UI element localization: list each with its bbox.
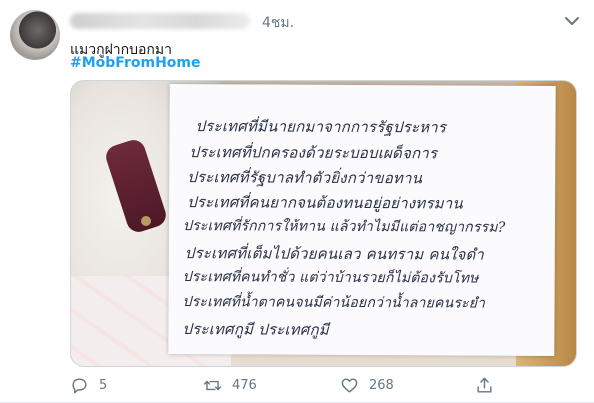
reply-count: 5 bbox=[99, 378, 108, 393]
note-line: ประเทศที่น้ำตาคนจนมีค่าน้อยกว่าน้ำลายคนร… bbox=[182, 294, 486, 312]
tweet-timestamp[interactable]: 4ชม. bbox=[262, 12, 294, 34]
share-button[interactable] bbox=[475, 376, 504, 395]
note-line: ประเทศที่มีนายกมาจากการรัฐประหาร bbox=[195, 117, 447, 137]
note-line: ประเทศที่คนยากจนต้องทนอยู่อย่างทรมาน bbox=[187, 193, 463, 213]
like-count: 268 bbox=[369, 378, 394, 393]
note-line: ประเทศที่รักการให้ทาน แล้วทำไมมีแต่อาชญา… bbox=[182, 218, 506, 236]
retweet-icon bbox=[203, 380, 222, 391]
share-icon bbox=[477, 377, 492, 393]
note-line: ประเทศที่รัฐบาลทำตัวยิ่งกว่าขอทาน bbox=[187, 168, 423, 188]
note-line: ประเทศกูมี ประเทศกูมี bbox=[182, 320, 329, 339]
retweet-button[interactable]: 476 bbox=[203, 376, 257, 395]
note-line: ประเทศที่เต็มไปด้วยคนเลว คนทราม คนใจดำ bbox=[184, 244, 484, 264]
avatar[interactable] bbox=[10, 10, 60, 60]
like-button[interactable]: 268 bbox=[340, 376, 394, 395]
chevron-down-icon[interactable] bbox=[563, 14, 581, 28]
note-line: ประเทศที่ปกครองด้วยระบอบเผด็จการ bbox=[189, 143, 438, 163]
reply-button[interactable]: 5 bbox=[70, 376, 107, 395]
hashtag-link[interactable]: #MobFromHome bbox=[70, 55, 201, 71]
collar-tag bbox=[141, 216, 151, 226]
note-line: ประเทศที่คนทำชั่ว แต่ว่าบ้านรวยก็ไม่ต้อง… bbox=[182, 269, 479, 287]
blurred-username bbox=[70, 13, 250, 29]
retweet-count: 476 bbox=[232, 378, 257, 393]
reply-icon bbox=[72, 378, 87, 394]
tweet-actions: 5 476 268 bbox=[70, 376, 570, 398]
handwritten-note: ประเทศที่มีนายกมาจากการรัฐประหาร ประเทศท… bbox=[168, 83, 556, 357]
tweet-media-image[interactable]: ประเทศที่มีนายกมาจากการรัฐประหาร ประเทศท… bbox=[70, 80, 577, 367]
tweet[interactable]: 4ชม. แมวกูฝากบอกมา #MobFromHome ประเทศที… bbox=[0, 0, 594, 403]
heart-icon bbox=[341, 378, 358, 393]
